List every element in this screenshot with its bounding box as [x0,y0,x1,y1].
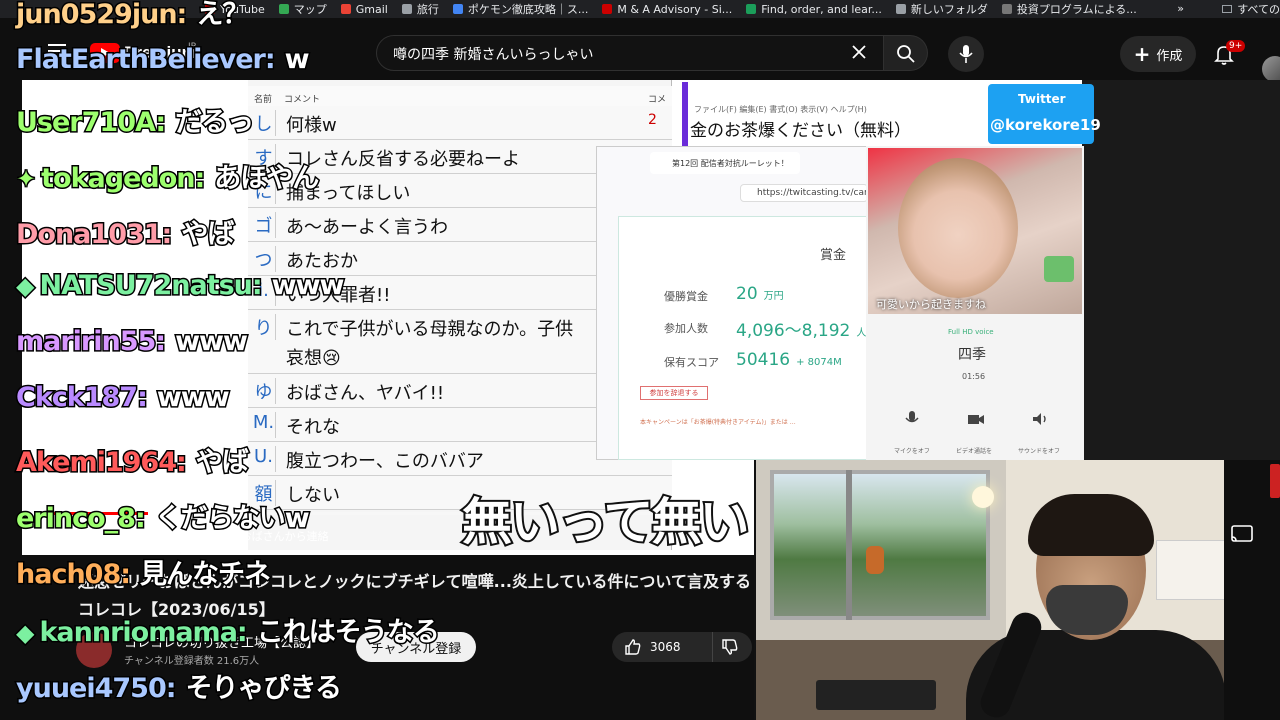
stat-unit: 万円 [763,291,784,302]
campaign-heading: 賞金 [820,248,847,263]
webcam-window [770,470,990,620]
speaker-icon [1033,413,1046,425]
bookmark-label: 投資プログラムによる... [1016,3,1137,16]
bookmark-favicon-icon [895,4,906,14]
caller-face [898,158,1018,298]
bookmark-item[interactable]: 投資プログラムによる... [1001,1,1137,17]
chat-username: FlatEarthBeliever: [15,43,278,77]
screen: YouTube マップ Gmail 旅行 ポケモン徹底攻略｜ス... M & A Advi… [0,0,1280,720]
caller-name: 四季 [958,347,986,363]
close-icon[interactable] [849,42,869,62]
sound-off-label: サウンドをオフ [1018,448,1061,455]
chat-message: Akemi1964: やば [15,440,251,480]
call-caption: 可愛いから起きますね [876,298,986,311]
bookmark-label: Find, order, and lear... [761,2,882,16]
notification-badge: 9+ [1226,40,1246,52]
chat-message: hach08: 見んなチネ [14,552,273,592]
create-label: 作成 [1156,48,1183,64]
chat-text: www [155,381,231,415]
call-quality: Full HD voice [948,328,994,336]
streamer-webcam [754,460,1224,720]
search-icon [897,45,915,63]
bookmark-item[interactable]: Find, order, and lear... [746,3,882,16]
chat-text: やば [194,446,250,480]
cube-icon: ◆ [14,618,36,649]
video-camera-icon [968,415,984,424]
chat-message: yuuei4750: そりゃぴきる [15,666,344,706]
mic-off-label: マイクをオフ [894,448,930,455]
bookmark-all-folder[interactable]: すべての [1214,0,1280,18]
plus-icon: + [1133,42,1151,66]
chat-username: maririn55: [14,325,167,359]
chat-message: Ckck187: www [15,381,232,415]
chat-message: erinco_8: くだらないw [15,496,312,536]
call-video [868,148,1082,314]
twitter-handle: @korekore19 [990,116,1101,134]
voice-search-button[interactable] [948,36,984,72]
chat-username: NATSU72natsu: [38,269,264,303]
cast-icon[interactable] [1230,525,1254,543]
bookmark-favicon-icon [1001,4,1012,14]
folder-icon [1222,5,1233,13]
bookmarks-overflow-button[interactable]: » [1177,2,1184,15]
chat-username: tokagedon: [40,162,207,196]
chat-username: Ckck187: [15,381,150,415]
chat-text: w [283,43,311,77]
chat-message: ◆ NATSU72natsu: www [14,269,346,303]
chat-text: www [270,269,346,303]
chat-message: jun0529jun: え？ [14,0,251,32]
chat-message: ✦ tokagedon: あほやん [14,156,321,196]
chat-message: Dona1031: やば [14,212,236,252]
webcam-shelf [1156,540,1224,600]
webcam-mixer [816,680,936,710]
chat-text: やば [180,218,236,252]
chat-username: hach08: [14,558,132,592]
search-button[interactable] [884,35,928,71]
create-button[interactable]: + 作成 [1120,36,1196,72]
chat-message: maririn55: www [14,325,250,359]
stat-unit: + 8074M [796,357,842,368]
side-thumbnail[interactable] [1270,464,1280,498]
chat-message: User710A: だるっ [14,100,256,140]
sticker-icon [1044,256,1074,282]
chat-text: くだらないw [153,502,311,536]
bookmark-label: 新しいフォルダ [910,3,988,16]
stat-unit: 人 [856,328,867,339]
account-avatar[interactable] [1262,56,1280,82]
bookmark-item[interactable]: 新しいフォルダ [895,1,988,17]
chat-username: jun0529jun: [14,0,188,32]
chat-username: kannriomama: [38,616,249,650]
chat-message: ◆ kannriomama: これはそうなる [14,610,441,650]
webcam-person-hair [1028,494,1154,556]
chat-text: そりゃぴきる [184,672,343,706]
twitter-label: Twitter [1018,92,1066,106]
chat-text: これはそうなる [255,616,441,650]
cube-icon: ◆ [14,271,36,302]
microphone-icon [959,45,973,63]
chat-username: Dona1031: [14,218,173,252]
video-call-label: ビデオ通話を [956,448,993,455]
webcam-figure [866,546,884,574]
bookmark-all-label: すべての [1237,3,1280,16]
microphone-icon [905,411,919,423]
sparkle-icon: ✦ [14,164,37,195]
webcam-window-frame [846,470,852,620]
chat-text: え？ [195,0,251,32]
chat-text: あほやん [213,162,321,196]
webcam-lamp [972,486,994,508]
chat-text: だるっ [174,106,256,140]
chat-text: 見んなチネ [139,558,273,592]
chat-overlay: jun0529jun: え？ FlatEarthBeliever: w User710A… [0,0,760,720]
chat-username: erinco_8: [15,502,148,536]
chat-username: User710A: [14,106,167,140]
chat-message: FlatEarthBeliever: w [15,43,312,77]
chat-username: Akemi1964: [15,446,189,480]
chat-text: www [174,325,250,359]
chat-username: yuuei4750: [15,672,179,706]
webcam-person-mask [1046,585,1128,635]
call-duration: 01:56 [962,372,986,381]
video-side-dark [1082,80,1280,460]
